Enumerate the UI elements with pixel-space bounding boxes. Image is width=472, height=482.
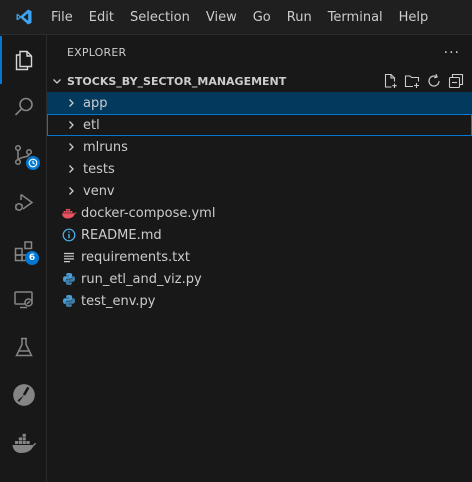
workspace-title: STOCKS_BY_SECTOR_MANAGEMENT — [67, 74, 287, 88]
section-actions — [382, 73, 472, 89]
vscode-logo-icon — [0, 0, 48, 35]
python-icon — [61, 293, 77, 309]
run-debug-activity-button[interactable] — [0, 179, 47, 227]
tree-item-label: docker-compose.yml — [81, 205, 216, 221]
menu-help[interactable]: Help — [391, 0, 437, 34]
menu-go[interactable]: Go — [245, 0, 279, 34]
gauge-icon — [12, 384, 35, 406]
remote-explorer-icon — [13, 291, 33, 309]
menu-view[interactable]: View — [198, 0, 245, 34]
remote-explorer-activity-button[interactable] — [0, 275, 47, 323]
search-activity-button[interactable] — [0, 83, 47, 131]
new-file-icon[interactable] — [382, 73, 398, 89]
tree-item-label: app — [83, 95, 108, 111]
docker-icon — [12, 433, 36, 453]
chevron-right-icon — [63, 161, 79, 177]
chevron-right-icon — [63, 117, 79, 133]
tree-folder-venv[interactable]: venv — [47, 180, 472, 202]
info-icon — [61, 227, 77, 243]
timeline-activity-button[interactable] — [0, 371, 47, 419]
menu-bar: File Edit Selection View Go Run Terminal… — [48, 0, 436, 34]
chevron-right-icon — [63, 95, 79, 111]
menu-terminal[interactable]: Terminal — [320, 0, 391, 34]
explorer-sidebar: EXPLORER ··· STOCKS_BY_SECTOR_MANAGEMENT — [47, 35, 472, 482]
tree-folder-app[interactable]: app — [47, 92, 472, 114]
tree-item-label: mlruns — [83, 139, 128, 155]
explorer-title: EXPLORER — [67, 46, 127, 59]
flask-icon — [14, 337, 33, 357]
chevron-right-icon — [63, 139, 79, 155]
source-control-activity-button[interactable] — [0, 131, 47, 179]
menu-edit[interactable]: Edit — [81, 0, 122, 34]
clock-badge-icon — [26, 156, 40, 170]
tree-file-readme[interactable]: README.md — [47, 224, 472, 246]
tree-folder-tests[interactable]: tests — [47, 158, 472, 180]
collapse-all-icon[interactable] — [448, 73, 464, 89]
explorer-header: EXPLORER ··· — [47, 35, 472, 70]
chevron-right-icon — [63, 183, 79, 199]
menu-file[interactable]: File — [48, 0, 81, 34]
file-tree: app etl mlruns tests venv docker-compose… — [47, 92, 472, 312]
files-icon — [15, 50, 32, 71]
workspace-section-header[interactable]: STOCKS_BY_SECTOR_MANAGEMENT — [47, 70, 472, 92]
tree-file-docker-compose[interactable]: docker-compose.yml — [47, 202, 472, 224]
menu-run[interactable]: Run — [279, 0, 320, 34]
run-debug-icon — [14, 193, 33, 211]
tree-file-test-env[interactable]: test_env.py — [47, 290, 472, 312]
tree-file-requirements[interactable]: requirements.txt — [47, 246, 472, 268]
tree-item-label: etl — [83, 117, 100, 133]
python-icon — [61, 271, 77, 287]
menu-selection[interactable]: Selection — [122, 0, 198, 34]
chevron-down-icon — [47, 75, 67, 87]
tree-item-label: requirements.txt — [81, 249, 191, 265]
tree-item-label: test_env.py — [81, 293, 156, 309]
tree-item-label: tests — [83, 161, 115, 177]
extensions-count-badge: 6 — [25, 251, 39, 265]
activity-bar: 6 — [0, 35, 47, 482]
text-lines-icon — [61, 249, 77, 265]
testing-activity-button[interactable] — [0, 323, 47, 371]
new-folder-icon[interactable] — [404, 73, 420, 89]
docker-icon — [61, 205, 77, 221]
tree-item-label: venv — [83, 183, 115, 199]
more-actions-button[interactable]: ··· — [444, 45, 460, 61]
explorer-activity-button[interactable] — [0, 36, 47, 84]
refresh-icon[interactable] — [426, 73, 442, 89]
extensions-activity-button[interactable]: 6 — [0, 227, 47, 275]
tree-item-label: run_etl_and_viz.py — [81, 271, 202, 287]
tree-file-run-etl-and-viz[interactable]: run_etl_and_viz.py — [47, 268, 472, 290]
docker-activity-button[interactable] — [0, 419, 47, 467]
tree-item-label: README.md — [81, 227, 162, 243]
tree-folder-etl[interactable]: etl — [47, 114, 472, 136]
title-bar: File Edit Selection View Go Run Terminal… — [0, 0, 472, 35]
tree-folder-mlruns[interactable]: mlruns — [47, 136, 472, 158]
search-icon — [14, 97, 33, 116]
